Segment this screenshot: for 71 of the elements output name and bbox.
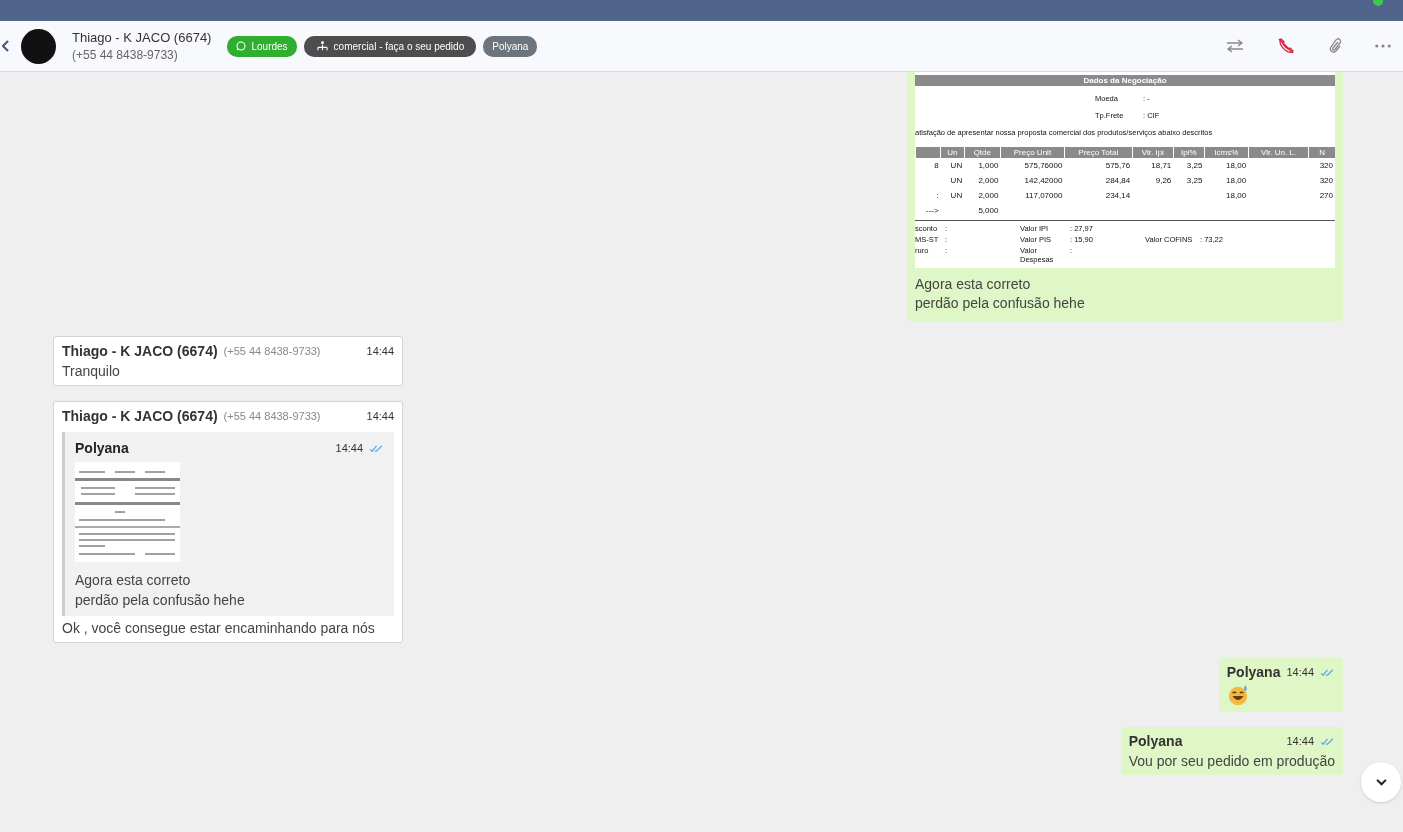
- message-time: 14:44: [366, 345, 395, 357]
- document-heading: Dados da Negociação: [915, 75, 1335, 86]
- table-header: Preço Total: [1064, 147, 1133, 158]
- table-header: N: [1308, 147, 1335, 158]
- message-time: 14:44: [366, 410, 395, 422]
- table-header: Vlr. Un. L.: [1248, 147, 1309, 158]
- contact-phone: (+55 44 8438-9733): [72, 48, 179, 62]
- phone-off-icon[interactable]: [1277, 37, 1295, 55]
- sender-name: Thiago - K JACO (6674): [62, 343, 218, 359]
- message-text: Ok , você consegue estar encaminhando para nós: [62, 620, 376, 636]
- table-header: Vlr. Ipi: [1132, 147, 1174, 158]
- hierarchy-icon: [315, 40, 329, 52]
- transfer-icon[interactable]: [1226, 39, 1244, 53]
- table-cell-text: 284,84: [1104, 175, 1132, 187]
- table-cell: 320: [1308, 158, 1335, 173]
- table-cell-text: --->: [925, 205, 940, 217]
- table-cell-text: 234,14: [1104, 190, 1132, 202]
- chevron-down-icon: [1375, 778, 1387, 786]
- contact-avatar: [21, 28, 56, 64]
- table-cell-text: :: [935, 190, 940, 202]
- table-cell-text: 2,000: [977, 190, 1000, 202]
- quoted-message[interactable]: Polyana 14:44 Agora esta correto perdão pela confusão hehe: [62, 432, 395, 616]
- back-chevron-icon[interactable]: [2, 40, 10, 52]
- more-options-icon[interactable]: [1375, 44, 1391, 48]
- table-header: Icms%: [1204, 147, 1249, 158]
- table-cell-text: 142,42000: [1023, 175, 1064, 187]
- message-time: 14:44: [1286, 666, 1314, 678]
- table-cell: 18,00: [1204, 158, 1249, 173]
- table-cell-text: UN: [949, 175, 964, 187]
- table-cell-text: UN: [949, 190, 964, 202]
- message-time: 14:44: [1286, 735, 1314, 747]
- sender-name: Polyana: [75, 440, 129, 456]
- message-text: perdão pela confusão hehe: [75, 592, 246, 608]
- table-cell: 8: [915, 158, 941, 173]
- table-cell-text: 117,07000: [1024, 190, 1064, 202]
- table-cell-text: 18,00: [1225, 190, 1248, 202]
- table-cell-text: 5,000: [977, 205, 1000, 217]
- table-cell: UN: [940, 158, 965, 173]
- table-cell-text: 320: [1318, 175, 1334, 187]
- table-header: Qtde: [964, 147, 1001, 158]
- sender-name: Polyana: [1226, 664, 1281, 680]
- sender-name: Thiago - K JACO (6674): [62, 408, 218, 424]
- table-header: Ipi%: [1173, 147, 1205, 158]
- table-header: Preço Unit: [1000, 147, 1065, 158]
- message-text: Agora esta correto: [75, 572, 192, 588]
- sender-phone: (+55 44 8438-9733): [223, 410, 321, 422]
- sender-name: Polyana: [1128, 733, 1183, 749]
- contact-name: Thiago - K JACO (6674): [72, 30, 212, 45]
- table-cell-text: 270: [1318, 190, 1334, 202]
- table-cell: 575,76000: [1000, 158, 1065, 173]
- table-cell-text: 9,26: [1154, 175, 1173, 187]
- message-text: Tranquilo: [62, 363, 121, 379]
- tag: Polyana: [483, 35, 538, 57]
- table-cell: 575,76: [1064, 158, 1133, 173]
- paperclip-icon[interactable]: [1328, 37, 1342, 55]
- message-text: perdão pela confusão hehe: [915, 295, 1086, 311]
- table-cell: 1,000: [964, 158, 1001, 173]
- table-cell: 3,25: [1173, 158, 1205, 173]
- tag: Lourdes: [227, 35, 297, 57]
- tag: comercial - faça o seu pedido: [303, 35, 477, 57]
- table-cell-text: 2,000: [977, 175, 1000, 187]
- table-cell-text: 3,25: [1185, 175, 1204, 187]
- message-text: Agora esta correto: [915, 276, 1032, 292]
- message-time: 14:44: [335, 442, 364, 454]
- table-header: Un: [940, 147, 965, 158]
- whatsapp-icon: [236, 41, 247, 51]
- message-text: Vou por seu pedido em produção: [1128, 753, 1335, 769]
- sender-phone: (+55 44 8438-9733): [223, 345, 321, 357]
- grinning-sweat-emoji-icon: [1226, 684, 1249, 706]
- table-cell: 18,71: [1132, 158, 1174, 173]
- table-cell-text: 18,00: [1225, 175, 1248, 187]
